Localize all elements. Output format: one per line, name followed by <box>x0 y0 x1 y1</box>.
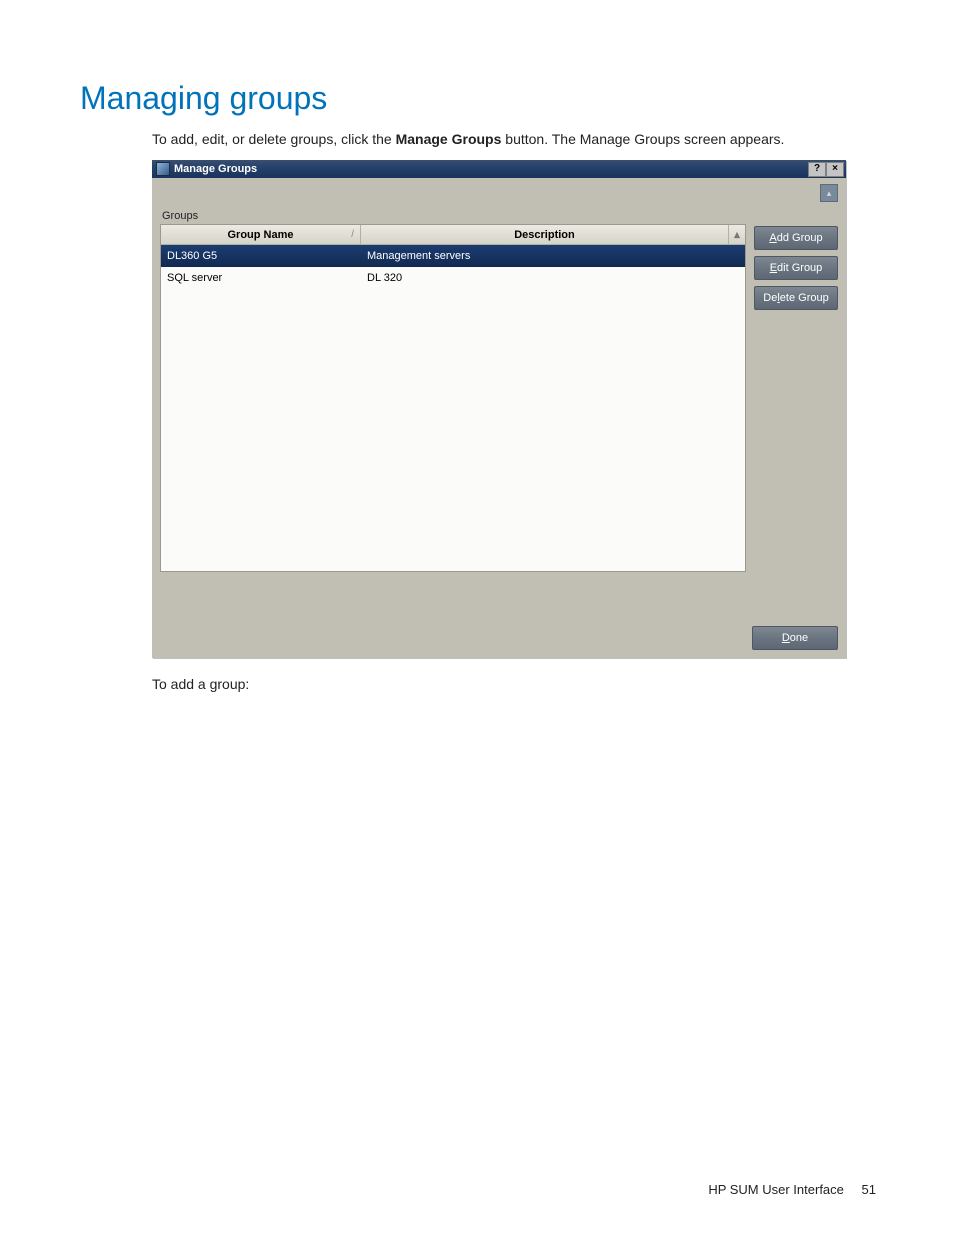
col-name-label: Group Name <box>227 229 293 241</box>
table-scroll-header: ▴ <box>729 225 745 245</box>
help-button[interactable]: ? <box>808 162 826 177</box>
cell-group-name: DL360 G5 <box>161 250 361 262</box>
app-icon <box>156 162 170 176</box>
table-header: Group Name / Description ▴ <box>161 225 745 245</box>
cell-description: DL 320 <box>361 272 745 284</box>
edit-label: dit Group <box>777 262 822 274</box>
sort-indicator-icon: / <box>351 229 354 240</box>
window-title: Manage Groups <box>174 163 257 175</box>
table-row[interactable]: SQL server DL 320 <box>161 267 745 289</box>
add-group-button[interactable]: Add Group <box>754 226 838 250</box>
done-mnemonic: D <box>782 632 790 644</box>
col-desc-label: Description <box>514 229 575 241</box>
page-number: 51 <box>862 1182 876 1197</box>
scroll-up-icon[interactable]: ▴ <box>820 184 838 202</box>
section-heading: Managing groups <box>80 80 889 117</box>
intro-text: To add, edit, or delete groups, click th… <box>152 129 889 150</box>
cell-description: Management servers <box>361 250 745 262</box>
intro-pre: To add, edit, or delete groups, click th… <box>152 131 396 147</box>
edit-group-button[interactable]: Edit Group <box>754 256 838 280</box>
delete-pre: De <box>763 292 777 304</box>
table-row[interactable]: DL360 G5 Management servers <box>161 245 745 267</box>
window-titlebar: Manage Groups ? × <box>152 160 846 178</box>
edit-mnemonic: E <box>770 262 777 274</box>
groups-table: Group Name / Description ▴ DL360 <box>160 224 746 572</box>
column-description[interactable]: Description <box>361 225 729 245</box>
column-group-name[interactable]: Group Name / <box>161 225 361 245</box>
intro-post: button. The Manage Groups screen appears… <box>501 131 784 147</box>
delete-label: ete Group <box>780 292 829 304</box>
after-text: To add a group: <box>152 676 889 692</box>
add-label: dd Group <box>777 232 823 244</box>
intro-bold: Manage Groups <box>396 131 502 147</box>
manage-groups-window: Manage Groups ? × ▴ Groups <box>152 160 846 658</box>
page-footer: HP SUM User Interface 51 <box>708 1182 876 1197</box>
cell-group-name: SQL server <box>161 272 361 284</box>
done-button[interactable]: Done <box>752 626 838 650</box>
add-mnemonic: A <box>769 232 776 244</box>
done-label: one <box>790 632 808 644</box>
groups-label: Groups <box>162 210 746 222</box>
footer-text: HP SUM User Interface <box>708 1182 844 1197</box>
close-button[interactable]: × <box>826 162 844 177</box>
delete-group-button[interactable]: Delete Group <box>754 286 838 310</box>
